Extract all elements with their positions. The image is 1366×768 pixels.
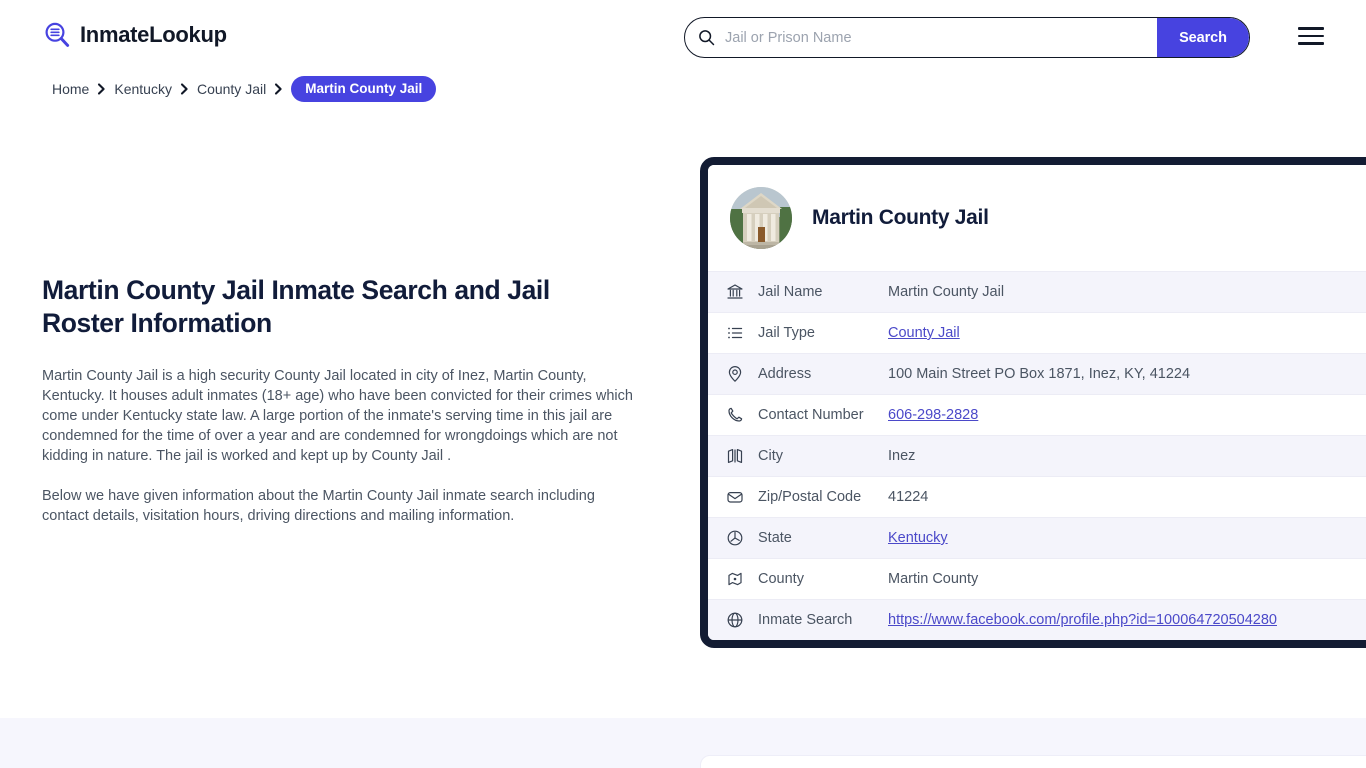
search-bar[interactable]: Search (684, 17, 1250, 58)
row-label: State (758, 530, 792, 546)
table-row: Jail Type County Jail (708, 312, 1366, 353)
row-label: Address (758, 366, 812, 382)
table-row: County Martin County (708, 558, 1366, 599)
site-logo[interactable]: InmateLookup (42, 20, 227, 50)
jail-info-card-title: Martin County Jail (812, 206, 989, 229)
chevron-right-icon (180, 83, 189, 95)
search-input[interactable] (715, 18, 1157, 57)
search-icon (685, 29, 715, 46)
hamburger-bar (1298, 42, 1324, 45)
breadcrumb-item-home[interactable]: Home (52, 81, 89, 97)
jail-info-card-header: Martin County Jail (708, 165, 1366, 271)
breadcrumb-item-kentucky[interactable]: Kentucky (114, 81, 172, 97)
row-label: Jail Type (758, 325, 815, 341)
site-logo-text: InmateLookup (80, 22, 227, 47)
table-row: Contact Number 606-298-2828 (708, 394, 1366, 435)
row-label: City (758, 448, 783, 464)
jail-info-table: Jail Name Martin County Jail Jail Type C… (708, 271, 1366, 640)
row-value: Martin County (888, 571, 979, 587)
bottom-partial-card (700, 755, 1366, 768)
envelope-icon (726, 488, 758, 506)
hamburger-bar (1298, 34, 1324, 38)
map-icon (726, 447, 758, 465)
hamburger-menu-icon[interactable] (1298, 26, 1326, 46)
breadcrumb-item-county-jail[interactable]: County Jail (197, 81, 266, 97)
chevron-right-icon (97, 83, 106, 95)
page-root: InmateLookup Search Home Kentucky (0, 0, 1366, 768)
intro-paragraph-2: Below we have given information about th… (42, 488, 595, 524)
main-content-column: Martin County Jail Inmate Search and Jai… (42, 274, 638, 546)
badge-icon (726, 529, 758, 547)
breadcrumb-item-current: Martin County Jail (291, 76, 437, 102)
row-value: 41224 (888, 489, 929, 505)
table-row: Jail Name Martin County Jail (708, 271, 1366, 312)
row-value-link[interactable]: https://www.facebook.com/profile.php?id=… (888, 612, 1277, 628)
phone-icon (726, 406, 758, 424)
row-value-link[interactable]: County Jail (888, 325, 960, 341)
row-label: Contact Number (758, 407, 864, 423)
row-value: Martin County Jail (888, 284, 1005, 300)
row-label: Jail Name (758, 284, 823, 300)
search-button[interactable]: Search (1157, 18, 1249, 57)
table-row: State Kentucky (708, 517, 1366, 558)
bank-building-icon (726, 283, 758, 301)
table-row: City Inez (708, 435, 1366, 476)
magnifier-list-icon (42, 20, 72, 50)
jail-info-card: Martin County Jail Jail Name Martin Coun (700, 157, 1366, 648)
page-title: Martin County Jail Inmate Search and Jai… (42, 275, 550, 338)
site-header: InmateLookup Search (0, 0, 1366, 72)
row-value-link[interactable]: Kentucky (888, 530, 948, 546)
table-row: Address 100 Main Street PO Box 1871, Ine… (708, 353, 1366, 394)
row-label: Zip/Postal Code (758, 489, 862, 505)
row-label: County (758, 571, 804, 587)
row-value: 100 Main Street PO Box 1871, Inez, KY, 4… (888, 366, 1191, 382)
location-pin-icon (726, 365, 758, 383)
row-value-link[interactable]: 606-298-2828 (888, 407, 978, 423)
courthouse-building-photo (730, 187, 792, 249)
row-value: Inez (888, 448, 916, 464)
breadcrumb: Home Kentucky County Jail Martin County … (52, 76, 437, 102)
table-row: Inmate Search https://www.facebook.com/p… (708, 599, 1366, 640)
row-label: Inmate Search (758, 612, 853, 628)
county-marker-icon (726, 570, 758, 588)
hamburger-bar (1298, 27, 1324, 30)
chevron-right-icon (274, 83, 283, 95)
intro-paragraph-1: Martin County Jail is a high security Co… (42, 368, 633, 464)
table-row: Zip/Postal Code 41224 (708, 476, 1366, 517)
list-icon (726, 324, 758, 342)
globe-icon (726, 611, 758, 629)
